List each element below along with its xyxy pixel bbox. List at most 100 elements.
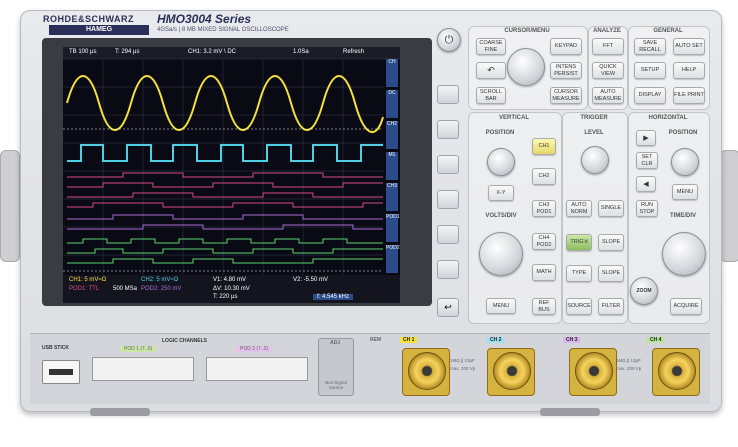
math-button[interactable]: MATH <box>532 264 556 281</box>
pod2-setting: POD2: 250 mV <box>141 286 182 292</box>
quick-view-button[interactable]: QUICK VIEW <box>592 62 624 79</box>
ch1-button[interactable]: CH1 <box>532 138 556 155</box>
vertical-position-knob[interactable] <box>487 148 515 176</box>
softkey-1[interactable] <box>437 85 459 104</box>
single-button[interactable]: SINGLE <box>598 200 624 217</box>
auto-measure-button[interactable]: AUTO MEASURE <box>592 87 624 104</box>
xy-button[interactable]: X-Y <box>488 185 514 201</box>
trigger-title: TRIGGER <box>580 115 608 121</box>
play-arrow-button[interactable]: ▶ <box>636 130 656 146</box>
max-voltage-label-2: max. 200 Vp <box>616 366 642 371</box>
ch1-waveform <box>66 75 384 134</box>
display-button[interactable]: DISPLAY <box>634 87 666 104</box>
time-div-knob[interactable] <box>662 232 706 276</box>
time-div-label: TIME/DIV <box>669 213 696 219</box>
zoom-label: ZOOM <box>636 288 652 294</box>
softkey-label: CH3 <box>386 183 398 211</box>
v2-readout: V2: -5.50 mV <box>293 277 329 283</box>
softkey-3[interactable] <box>437 155 459 174</box>
setup-button[interactable]: SETUP <box>634 62 666 79</box>
model-subtitle: 4GSa/s | 8 MB MIXED SIGNAL OSCILLOSCOPE <box>157 27 289 33</box>
autoset-button[interactable]: AUTO SET <box>673 38 705 55</box>
acquire-button[interactable]: ACQUIRE <box>670 298 702 315</box>
oscilloscope-screen: TB 100 µs T: 294 µs CH1: 3.2 mV \ DC 1.0… <box>63 47 400 303</box>
vertical-title: VERTICAL <box>499 115 529 121</box>
save-recall-button[interactable]: SAVE RECALL <box>634 38 666 55</box>
ch1-bnc-connector[interactable] <box>408 352 446 390</box>
ch3-pod1-button[interactable]: CH3 POD1 <box>532 200 556 217</box>
coarse-fine-button[interactable]: COARSE FINE <box>476 38 506 55</box>
cursor-knob[interactable] <box>507 48 545 86</box>
ch2-input-label: CH 2 <box>487 337 505 343</box>
bus-signal-source-label: Bus Signal Source <box>325 380 347 390</box>
horizontal-position-label: POSITION <box>668 130 698 136</box>
screen-footer: CH1: 5 mV≈Ω CH2: 5 mV≈Ω V1: 4.80 mV V2: … <box>63 275 400 303</box>
ch3-bnc-connector[interactable] <box>575 352 613 390</box>
help-button[interactable]: HELP <box>673 62 705 79</box>
undo-button[interactable]: ↶ <box>476 62 506 79</box>
softkey-label: POD1 <box>386 214 400 242</box>
auto-norm-button[interactable]: AUTO NORM <box>566 200 592 217</box>
usb-port[interactable] <box>42 360 80 384</box>
foot-right <box>540 408 600 416</box>
pod2-connector[interactable] <box>206 357 308 381</box>
ch1-input-label: CH 1 <box>400 337 418 343</box>
scroll-bar-button[interactable]: SCROLL BAR <box>476 87 506 104</box>
model-title: HMO3004 Series <box>157 12 252 26</box>
intens-persist-button[interactable]: INTENS PERSIST <box>550 62 582 79</box>
horizontal-position-knob[interactable] <box>671 148 699 176</box>
trigger-source-button[interactable]: SOURCE <box>566 298 592 315</box>
memory-readout: 500 MSa <box>113 286 138 292</box>
ref-bus-button[interactable]: REF BUS <box>532 298 556 315</box>
volts-div-knob[interactable] <box>479 232 523 276</box>
trigger-type-button[interactable]: TYPE <box>566 265 592 282</box>
back-arrow-button[interactable]: ◀ <box>636 176 656 192</box>
softkey-label: DC <box>386 90 398 118</box>
softkey-label: POD2 <box>386 245 400 273</box>
run-stop-button[interactable]: RUN STOP <box>636 200 658 217</box>
trigger-level-knob[interactable] <box>581 146 609 174</box>
vertical-position-label: POSITION <box>485 130 515 136</box>
ch2-setting: CH2: 5 mV≈Ω <box>141 277 179 283</box>
softkey-2[interactable] <box>437 120 459 139</box>
cursor-measure-button[interactable]: CURSOR MEASURE <box>550 87 582 104</box>
trigger-filter-button[interactable]: FILTER <box>598 298 624 315</box>
ch2-waveform <box>67 144 383 162</box>
impedance-label: 1MΩ || 13pF <box>450 358 475 363</box>
file-print-button[interactable]: FILE PRINT <box>673 87 705 104</box>
logic-channels-label: LOGIC CHANNELS <box>162 338 207 344</box>
vertical-menu-button[interactable]: MENU <box>486 298 516 314</box>
ch2-bnc-connector[interactable] <box>493 352 531 390</box>
softkey-label: CH <box>386 59 398 87</box>
rem-label: REM <box>370 337 382 343</box>
pod1-connector[interactable] <box>92 357 194 381</box>
brand-name: ROHDE&SCHWARZ <box>43 14 134 24</box>
pod2-connector-label: POD 2 (7..0) <box>236 346 273 352</box>
set-clr-button[interactable]: SET CLR <box>636 152 658 169</box>
zoom-knob[interactable]: ZOOM <box>630 277 658 305</box>
horizontal-menu-button[interactable]: MENU <box>672 184 698 200</box>
softkey-5[interactable] <box>437 225 459 244</box>
impedance-label-2: 1MΩ || 13pF <box>616 358 641 363</box>
v1-readout: V1: 4.80 mV <box>213 277 247 283</box>
softkey-4[interactable] <box>437 190 459 209</box>
back-softkey[interactable]: ↩ <box>437 298 459 317</box>
keypad-button[interactable]: KEYPAD <box>550 38 582 55</box>
trigger-slope-button[interactable]: SLOPE <box>598 265 624 282</box>
slope-indicator: SLOPE <box>598 234 624 251</box>
softkey-label: M1 <box>386 152 398 180</box>
ch4-bnc-connector[interactable] <box>658 352 696 390</box>
trigger-section <box>562 112 628 324</box>
analyze-title: ANALYZE <box>593 28 621 34</box>
power-button[interactable]: ⏻ <box>437 28 461 52</box>
fft-button[interactable]: FFT <box>592 38 624 55</box>
ch1-setting: CH1: 5 mV≈Ω <box>69 277 107 283</box>
usb-stick-label: USB STICK <box>42 345 69 351</box>
screen-softkey-labels: CH DC CH2 M1 CH3 POD1 POD2 <box>386 59 400 303</box>
trigd-indicator: TRIG'd <box>566 234 592 251</box>
cursor-menu-title: CURSOR/MENU <box>504 28 550 34</box>
softkey-6[interactable] <box>437 260 459 279</box>
volts-div-label: VOLTS/DIV <box>485 213 517 219</box>
ch2-button[interactable]: CH2 <box>532 168 556 185</box>
ch4-pod2-button[interactable]: CH4 POD2 <box>532 233 556 250</box>
